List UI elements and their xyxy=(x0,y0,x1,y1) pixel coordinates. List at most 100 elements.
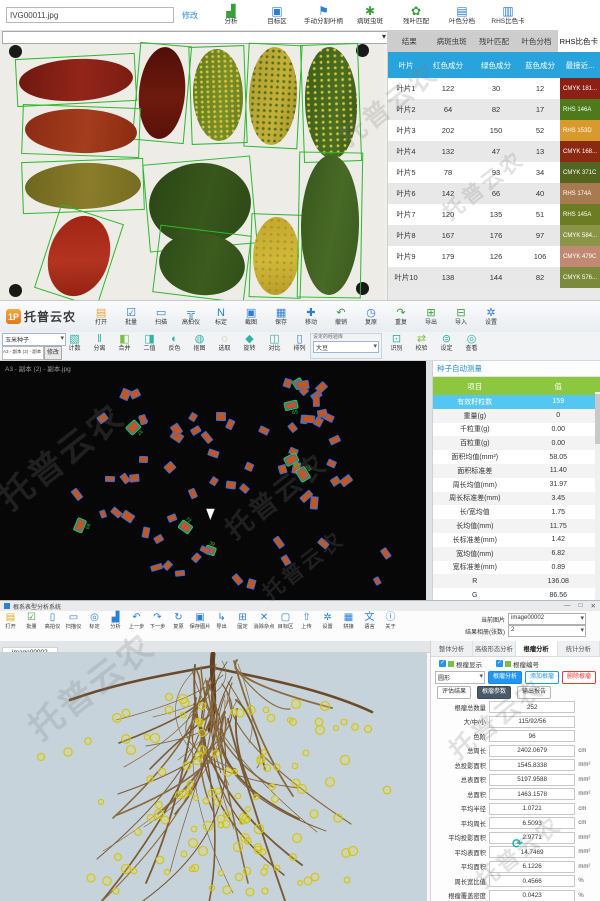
root-toolbar-button[interactable]: ↶ 上一步 xyxy=(126,611,147,641)
evaluate-result-button[interactable]: 评估结果 xyxy=(437,686,471,699)
leaf-result-tab[interactable]: 叶色分档 xyxy=(515,30,557,52)
seed-toolbar-button[interactable]: ↷ 重复 xyxy=(386,307,416,327)
measurement-value-box[interactable]: 1545.8338 xyxy=(489,759,575,771)
nodule-analyze-button[interactable]: 根瘤分析 xyxy=(488,671,522,684)
seed-edit-button[interactable]: ▯ 排列 xyxy=(287,333,312,353)
album-count-dropdown[interactable]: 2 xyxy=(508,625,586,637)
image-list-dropdown[interactable] xyxy=(2,31,390,44)
sample-type-dropdown[interactable]: 玉米种子 xyxy=(2,333,66,346)
root-toolbar-button[interactable]: ↻ 复原 xyxy=(168,611,189,641)
seed-toolbar-button[interactable]: ▣ 截图 xyxy=(236,307,266,327)
seed-edit-button[interactable]: ◐ 反色 xyxy=(162,333,187,353)
modify-link[interactable]: 修改 xyxy=(182,10,198,21)
root-toolbar-button[interactable]: 文 语言 xyxy=(359,611,380,641)
seed-edit-button[interactable]: ◌ 选取 xyxy=(212,333,237,353)
root-toolbar-button[interactable]: ▯ 高拍仪 xyxy=(42,611,63,641)
checkbox-checked-icon[interactable]: ✓ xyxy=(496,660,503,667)
export-report-button[interactable]: 输出报告 xyxy=(517,686,551,699)
measurement-value-box[interactable]: 6.5093 xyxy=(489,817,575,829)
seed-edit-button[interactable]: ◨ 二值 xyxy=(137,333,162,353)
leaf-toolbar-button[interactable]: ✿ 残叶匹配 xyxy=(393,4,439,26)
root-analysis-tab[interactable]: 整体分析 xyxy=(431,641,473,656)
measurement-value-box[interactable]: 1.0721 xyxy=(489,803,575,815)
delete-nodule-button[interactable]: 删除根瘤 xyxy=(562,671,596,684)
root-toolbar-button[interactable]: ↷ 下一步 xyxy=(147,611,168,641)
experience-library-dropdown[interactable]: 大豆 xyxy=(313,341,379,353)
seed-toolbar-button[interactable]: ☑ 批量 xyxy=(116,307,146,327)
current-image-dropdown[interactable]: image00002 xyxy=(508,613,586,625)
measurement-value-box[interactable]: 2.9771 xyxy=(489,832,575,844)
leaf-toolbar-button[interactable]: ▟ 分析 xyxy=(208,4,254,26)
root-toolbar-button[interactable]: ✕ 消除杂点 xyxy=(253,611,275,641)
seed-recognize-button[interactable]: ⊜ 设定 xyxy=(434,333,459,353)
leaf-toolbar-button[interactable]: ▤ 叶色分档 xyxy=(439,4,485,26)
seed-toolbar-button[interactable]: ⊞ 导出 xyxy=(416,307,446,327)
measurement-value-box[interactable]: 14.7469 xyxy=(489,846,575,858)
root-toolbar-button[interactable]: ☑ 批量 xyxy=(21,611,42,641)
root-toolbar-button[interactable]: ▢ 目标区 xyxy=(275,611,296,641)
seed-edit-button[interactable]: ◧ 合并 xyxy=(112,333,137,353)
seed-toolbar-button[interactable]: ⊟ 导入 xyxy=(446,307,476,327)
root-toolbar-button[interactable]: ⓘ 关于 xyxy=(380,611,401,641)
seed-toolbar-button[interactable]: ✲ 设置 xyxy=(476,307,506,327)
root-toolbar-button[interactable]: ▣ 保存图片 xyxy=(189,611,211,641)
leaf-toolbar-button[interactable]: ✱ 病斑虫斑 xyxy=(347,4,393,26)
leaf-toolbar-button[interactable]: ⚑ 手动分割叶柄 xyxy=(300,4,347,26)
marker-shape-dropdown[interactable]: 圆形 xyxy=(435,671,485,684)
measurement-value-box[interactable]: 115/92/56 xyxy=(489,716,575,728)
leaf-result-tab[interactable]: 病斑虫斑 xyxy=(430,30,472,52)
measurement-value-box[interactable]: 0.0423 xyxy=(489,890,575,901)
root-toolbar-button[interactable]: ▭ 扫描仪 xyxy=(63,611,84,641)
modify-button[interactable]: 修改 xyxy=(44,346,62,360)
checkbox-option[interactable]: ✓ 根瘤显示 xyxy=(439,659,482,669)
root-toolbar-button[interactable]: ◎ 标定 xyxy=(84,611,105,641)
seed-edit-button[interactable]: ◍ 抠图 xyxy=(187,333,212,353)
root-analysis-tab[interactable]: 统计分析 xyxy=(558,641,600,656)
root-toolbar-button[interactable]: ✲ 设置 xyxy=(317,611,338,641)
leaf-result-tab[interactable]: 结果 xyxy=(388,30,430,52)
measurement-value-box[interactable]: 1463.1578 xyxy=(489,788,575,800)
seed-edit-button[interactable]: ‖ 分离 xyxy=(87,333,112,353)
measurement-value-box[interactable]: 96 xyxy=(489,730,575,742)
root-analysis-tab[interactable]: 高级形态分析 xyxy=(473,641,515,656)
nodule-params-button[interactable]: 根瘤参数 xyxy=(477,686,511,699)
close-button[interactable]: ✕ xyxy=(591,602,596,610)
seed-canvas[interactable]: A3 - 副本 (2) - 副本.jpg 7225395993283761 xyxy=(0,361,426,601)
root-analysis-tab[interactable]: 根瘤分析 xyxy=(516,641,558,656)
root-toolbar-button[interactable]: ⇧ 上传 xyxy=(296,611,317,641)
checkbox-option[interactable]: ✓ 根瘤编号 xyxy=(496,659,539,669)
seed-edit-button[interactable]: ◆ 旋转 xyxy=(237,333,262,353)
filename-input[interactable] xyxy=(6,7,174,23)
measurement-value-box[interactable]: 252 xyxy=(489,701,575,713)
maximize-button[interactable]: □ xyxy=(579,602,583,610)
seed-toolbar-button[interactable]: ↶ 撤销 xyxy=(326,307,356,327)
seed-toolbar-button[interactable]: ✚ 移动 xyxy=(296,307,326,327)
leaf-result-tab[interactable]: 残叶匹配 xyxy=(473,30,515,52)
leaf-result-tab[interactable]: RHS比色卡 xyxy=(558,30,600,52)
seed-recognize-button[interactable]: ⇄ 校验 xyxy=(409,333,434,353)
seed-toolbar-button[interactable]: ▤ 打开 xyxy=(86,307,116,327)
seed-edit-button[interactable]: ▧ 计数 xyxy=(62,333,87,353)
root-toolbar-button[interactable]: ▦ 拼接 xyxy=(338,611,359,641)
seed-edit-button[interactable]: ◫ 对比 xyxy=(262,333,287,353)
minimize-button[interactable]: — xyxy=(564,602,571,610)
leaf-image-canvas[interactable] xyxy=(0,44,385,300)
seed-toolbar-button[interactable]: ▦ 保存 xyxy=(266,307,296,327)
measurement-value-box[interactable]: 2402.0679 xyxy=(489,745,575,757)
add-nodule-button[interactable]: 添加根瘤 xyxy=(525,671,559,684)
root-toolbar-button[interactable]: ↳ 导出 xyxy=(211,611,232,641)
leaf-toolbar-button[interactable]: ▣ 目标区 xyxy=(254,4,300,26)
checkbox-checked-icon[interactable]: ✓ xyxy=(439,660,446,667)
root-toolbar-button[interactable]: ▤ 打开 xyxy=(0,611,21,641)
measurement-value-box[interactable]: 0.4566 xyxy=(489,875,575,887)
root-toolbar-button[interactable]: ▟ 分析 xyxy=(105,611,126,641)
seed-toolbar-button[interactable]: N 标定 xyxy=(206,307,236,327)
leaf-toolbar-button[interactable]: ▥ RHS比色卡 xyxy=(485,4,531,26)
scrollbar-thumb[interactable] xyxy=(595,394,600,444)
seed-toolbar-button[interactable]: ▭ 扫描 xyxy=(146,307,176,327)
measurement-value-box[interactable]: 6.1226 xyxy=(489,861,575,873)
seed-toolbar-button[interactable]: ◷ 复原 xyxy=(356,307,386,327)
seed-recognize-button[interactable]: ⊡ 识别 xyxy=(384,333,409,353)
scrollbar[interactable] xyxy=(595,392,600,601)
measurement-value-box[interactable]: 5197.9588 xyxy=(489,774,575,786)
